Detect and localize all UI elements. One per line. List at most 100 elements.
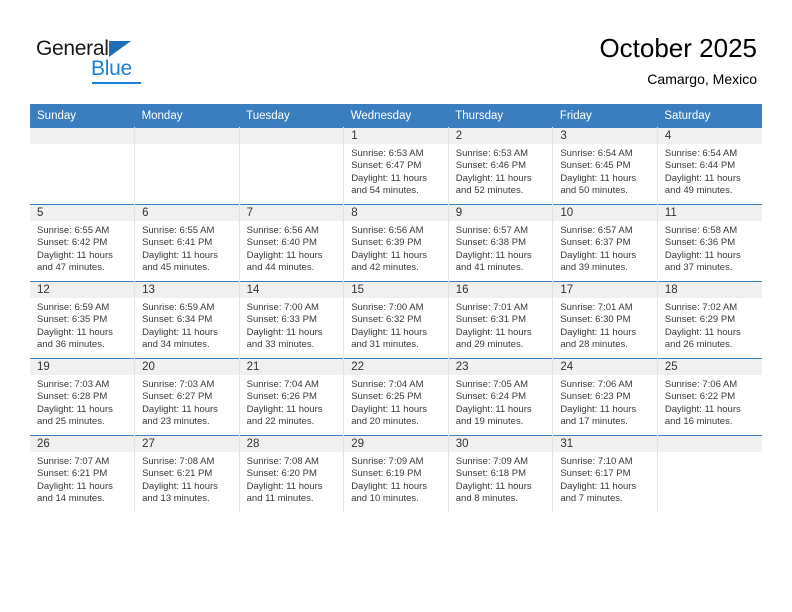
sunset-text: Sunset: 6:37 PM [560, 237, 631, 249]
calendar-header-row: Sunday Monday Tuesday Wednesday Thursday Frid… [30, 104, 762, 128]
calendar-day-cell[interactable]: 2 Sunrise: 6:53 AM Sunset: 6:46 PM Daylight… [448, 127, 554, 205]
day-details: Sunrise: 7:06 AM Sunset: 6:22 PM Daylight:… [658, 375, 762, 429]
sunset-text: Sunset: 6:34 PM [142, 314, 213, 326]
daylight-text-line2: and 42 minutes. [351, 262, 419, 274]
page-subtitle: Camargo, Mexico [647, 71, 757, 87]
sunset-text: Sunset: 6:26 PM [246, 391, 317, 403]
calendar-day-cell[interactable]: 31 Sunrise: 7:10 AM Sunset: 6:17 PM Dayligh… [552, 435, 658, 512]
calendar-day-cell[interactable]: 15 Sunrise: 7:00 AM Sunset: 6:32 PM Dayligh… [343, 281, 449, 359]
page-header: General Blue October 2025 Camargo, Mexic… [0, 0, 792, 100]
day-number: 29 [344, 436, 448, 452]
sunset-text: Sunset: 6:42 PM [37, 237, 108, 249]
daylight-text-line2: and 41 minutes. [455, 262, 524, 274]
daylight-text-line1: Daylight: 11 hours [560, 480, 637, 492]
daylight-text-line1: Daylight: 11 hours [142, 249, 218, 261]
calendar-day-cell[interactable]: 29 Sunrise: 7:09 AM Sunset: 6:19 PM Dayligh… [343, 435, 449, 512]
sunrise-text: Sunrise: 7:01 AM [560, 302, 633, 313]
calendar-day-cell[interactable]: 27 Sunrise: 7:08 AM Sunset: 6:21 PM Dayligh… [134, 435, 240, 512]
sunrise-text: Sunrise: 6:59 AM [37, 302, 110, 313]
calendar-day-cell[interactable]: 17 Sunrise: 7:01 AM Sunset: 6:30 PM Dayligh… [552, 281, 658, 359]
calendar-day-cell[interactable]: 19 Sunrise: 7:03 AM Sunset: 6:28 PM Dayligh… [30, 358, 136, 436]
day-number: 6 [135, 205, 239, 221]
day-number: 11 [657, 205, 762, 221]
sunrise-text: Sunrise: 6:54 AM [560, 148, 633, 159]
daylight-text-line2: and 8 minutes. [455, 493, 519, 505]
day-number: 2 [448, 128, 553, 144]
day-number: 21 [239, 359, 344, 375]
day-number: 4 [657, 128, 762, 144]
daylight-text-line1: Daylight: 11 hours [351, 326, 428, 338]
calendar-day-cell[interactable]: 10 Sunrise: 6:57 AM Sunset: 6:37 PM Dayligh… [552, 204, 658, 282]
daylight-text-line2: and 47 minutes. [37, 262, 105, 274]
day-details: Sunrise: 6:58 AM Sunset: 6:36 PM Daylight:… [658, 221, 762, 275]
daylight-text-line1: Daylight: 11 hours [560, 326, 637, 338]
sunrise-text: Sunrise: 7:04 AM [351, 379, 424, 390]
calendar-day-cell[interactable]: 5 Sunrise: 6:55 AM Sunset: 6:42 PM Daylight… [30, 204, 136, 282]
calendar-day-cell[interactable]: 20 Sunrise: 7:03 AM Sunset: 6:27 PM Dayligh… [134, 358, 240, 436]
sunrise-text: Sunrise: 7:01 AM [455, 302, 529, 313]
sunrise-text: Sunrise: 6:59 AM [142, 302, 215, 313]
day-details: Sunrise: 7:02 AM Sunset: 6:29 PM Daylight:… [658, 298, 762, 352]
day-details: Sunrise: 6:59 AM Sunset: 6:35 PM Daylight:… [30, 298, 134, 352]
calendar-day-cell-empty [30, 127, 136, 205]
calendar-day-cell[interactable]: 30 Sunrise: 7:09 AM Sunset: 6:18 PM Dayligh… [448, 435, 554, 512]
calendar-day-cell[interactable]: 11 Sunrise: 6:58 AM Sunset: 6:36 PM Dayligh… [657, 204, 762, 282]
calendar-day-cell[interactable]: 6 Sunrise: 6:55 AM Sunset: 6:41 PM Daylight… [134, 204, 240, 282]
calendar-day-cell[interactable]: 22 Sunrise: 7:04 AM Sunset: 6:25 PM Dayligh… [343, 358, 449, 436]
day-number: 5 [30, 205, 135, 221]
calendar-day-cell[interactable]: 18 Sunrise: 7:02 AM Sunset: 6:29 PM Dayligh… [657, 281, 762, 359]
sunrise-text: Sunrise: 6:53 AM [455, 148, 529, 159]
day-number: 12 [30, 282, 135, 298]
calendar-day-cell[interactable]: 1 Sunrise: 6:53 AM Sunset: 6:47 PM Daylight… [343, 127, 449, 205]
sunset-text: Sunset: 6:27 PM [142, 391, 213, 403]
calendar-body: 1 Sunrise: 6:53 AM Sunset: 6:47 PM Daylight… [30, 127, 762, 512]
daylight-text-line1: Daylight: 11 hours [142, 326, 218, 338]
calendar-day-cell[interactable]: 23 Sunrise: 7:05 AM Sunset: 6:24 PM Dayligh… [448, 358, 554, 436]
day-number: 7 [239, 205, 344, 221]
calendar-day-cell[interactable]: 21 Sunrise: 7:04 AM Sunset: 6:26 PM Dayligh… [239, 358, 345, 436]
calendar-day-cell[interactable]: 8 Sunrise: 6:56 AM Sunset: 6:39 PM Daylight… [343, 204, 449, 282]
sunset-text: Sunset: 6:24 PM [455, 391, 526, 403]
calendar-week-row: 1 Sunrise: 6:53 AM Sunset: 6:47 PM Daylight… [30, 127, 762, 205]
daylight-text-line1: Daylight: 11 hours [246, 403, 323, 415]
logo-triangle-icon [109, 41, 131, 57]
calendar-day-cell[interactable]: 13 Sunrise: 6:59 AM Sunset: 6:34 PM Dayligh… [134, 281, 240, 359]
weekday-header-monday: Monday [134, 104, 240, 128]
weekday-header-row: Sunday Monday Tuesday Wednesday Thursday Frid… [30, 104, 762, 128]
daylight-text-line2: and 36 minutes. [37, 339, 105, 351]
day-number: 28 [239, 436, 344, 452]
weekday-header-tuesday: Tuesday [239, 104, 344, 128]
calendar-day-cell-empty [657, 435, 762, 512]
day-details: Sunrise: 6:56 AM Sunset: 6:40 PM Daylight:… [240, 221, 344, 275]
day-number: 3 [553, 128, 657, 144]
calendar-day-cell[interactable]: 24 Sunrise: 7:06 AM Sunset: 6:23 PM Dayligh… [552, 358, 658, 436]
calendar-day-cell[interactable]: 26 Sunrise: 7:07 AM Sunset: 6:21 PM Dayligh… [30, 435, 136, 512]
calendar-day-cell[interactable]: 14 Sunrise: 7:00 AM Sunset: 6:33 PM Dayligh… [239, 281, 345, 359]
calendar-day-cell[interactable]: 4 Sunrise: 6:54 AM Sunset: 6:44 PM Daylight… [657, 127, 762, 205]
day-details: Sunrise: 7:04 AM Sunset: 6:25 PM Daylight:… [344, 375, 448, 429]
daylight-text-line2: and 52 minutes. [455, 185, 524, 197]
calendar-day-cell[interactable]: 3 Sunrise: 6:54 AM Sunset: 6:45 PM Daylight… [552, 127, 658, 205]
calendar-day-cell-empty [134, 127, 240, 205]
daylight-text-line1: Daylight: 11 hours [246, 326, 323, 338]
calendar-day-cell[interactable]: 28 Sunrise: 7:08 AM Sunset: 6:20 PM Dayligh… [239, 435, 345, 512]
sunrise-text: Sunrise: 7:06 AM [560, 379, 633, 390]
calendar-day-cell[interactable]: 12 Sunrise: 6:59 AM Sunset: 6:35 PM Dayligh… [30, 281, 136, 359]
calendar-day-cell[interactable]: 25 Sunrise: 7:06 AM Sunset: 6:22 PM Dayligh… [657, 358, 762, 436]
sunset-text: Sunset: 6:31 PM [455, 314, 526, 326]
sunrise-text: Sunrise: 7:08 AM [246, 456, 319, 467]
calendar-day-cell[interactable]: 7 Sunrise: 6:56 AM Sunset: 6:40 PM Daylight… [239, 204, 345, 282]
daylight-text-line2: and 39 minutes. [560, 262, 628, 274]
daylight-text-line1: Daylight: 11 hours [455, 403, 532, 415]
day-details: Sunrise: 6:53 AM Sunset: 6:46 PM Daylight:… [449, 144, 553, 198]
day-number: 17 [553, 282, 657, 298]
daylight-text-line2: and 16 minutes. [664, 416, 733, 428]
day-details: Sunrise: 6:57 AM Sunset: 6:38 PM Daylight:… [449, 221, 553, 275]
daylight-text-line1: Daylight: 11 hours [455, 326, 532, 338]
daylight-text-line1: Daylight: 11 hours [37, 249, 113, 261]
sunset-text: Sunset: 6:46 PM [455, 160, 526, 172]
calendar-day-cell[interactable]: 16 Sunrise: 7:01 AM Sunset: 6:31 PM Dayligh… [448, 281, 554, 359]
daylight-text-line1: Daylight: 11 hours [142, 403, 218, 415]
calendar-day-cell[interactable]: 9 Sunrise: 6:57 AM Sunset: 6:38 PM Daylight… [448, 204, 554, 282]
daylight-text-line2: and 45 minutes. [142, 262, 210, 274]
